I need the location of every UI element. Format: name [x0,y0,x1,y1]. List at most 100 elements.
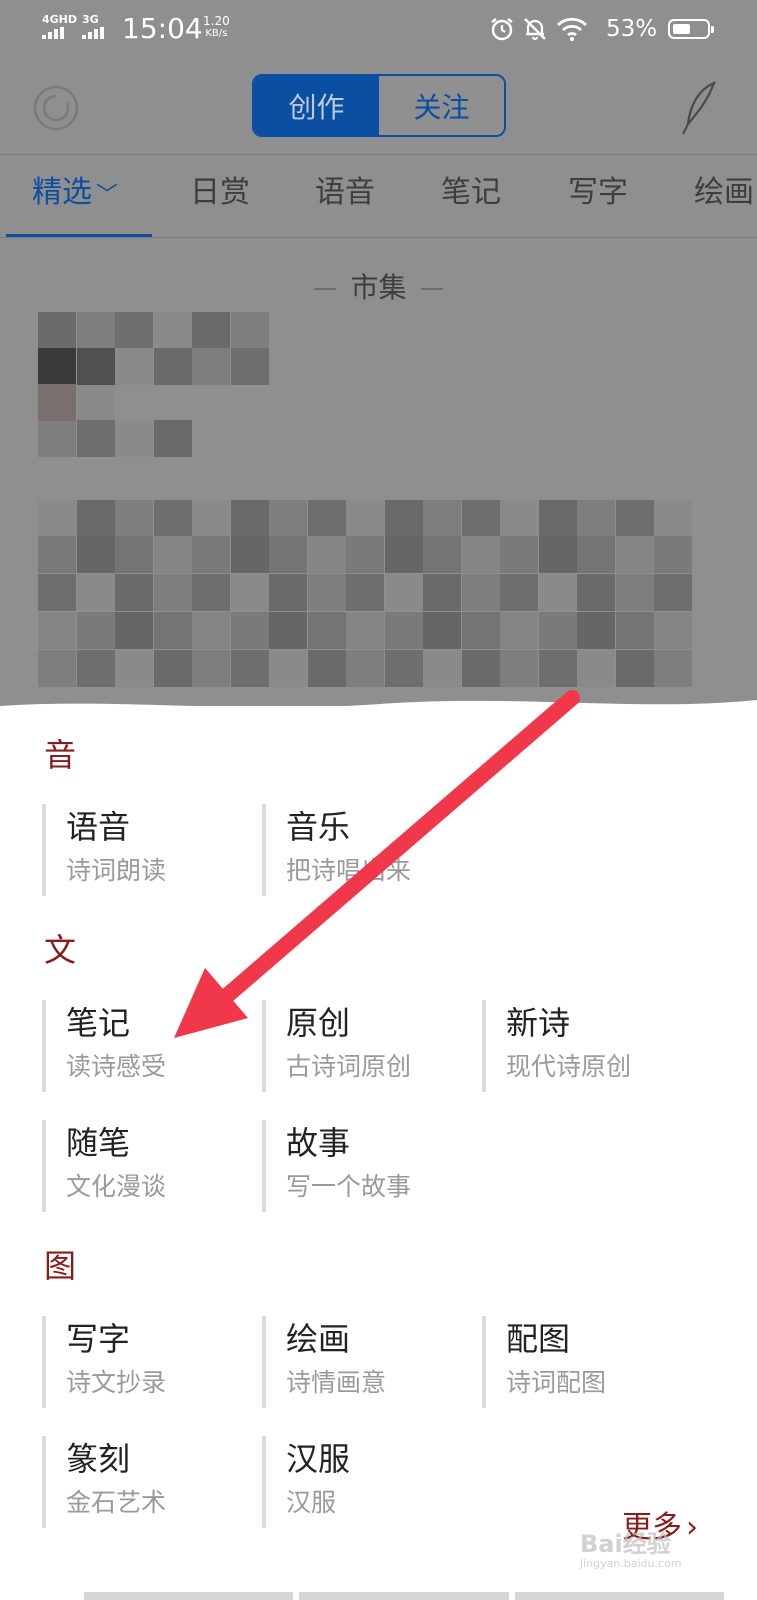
menu-item-notes[interactable]: 笔记 读诗感受 [42,1000,252,1092]
mosaic-block [38,384,76,421]
menu-item-painting[interactable]: 绘画 诗情画意 [262,1316,472,1408]
mosaic-block [153,500,192,537]
item-subtitle: 现代诗原创 [506,1052,632,1081]
item-title: 绘画 [286,1320,351,1358]
network-speed-value: 1.20 [203,14,230,28]
mosaic-block [538,612,577,649]
mosaic-block [115,348,153,385]
mosaic-block [577,650,615,687]
mosaic-block [115,536,153,573]
network-speed-unit: KB/s [205,28,228,39]
mosaic-block [76,384,115,421]
chevron-right-icon: › [686,1510,698,1545]
item-title: 配图 [506,1320,571,1358]
item-subtitle: 写一个故事 [286,1172,412,1201]
tab-painting[interactable]: 绘画 [694,173,754,213]
mosaic-block [38,650,76,687]
mosaic-block [230,612,269,649]
mosaic-block [269,574,307,611]
menu-item-illustration[interactable]: 配图 诗词配图 [482,1316,692,1408]
mosaic-block [461,500,500,537]
mosaic-block [115,420,153,457]
tab-featured-label: 精选 [32,175,92,210]
mosaic-block [461,536,500,573]
baidu-jingyan-watermark: Bai经验 jingyan.baidu.com [580,1530,682,1570]
mosaic-block [153,650,192,687]
mosaic-block [346,536,384,573]
alarm-icon [491,18,513,41]
refresh-icon[interactable] [33,85,79,131]
mosaic-block [230,536,269,573]
mosaic-block [307,574,346,611]
item-subtitle: 金石艺术 [66,1488,167,1517]
mosaic-block [115,500,153,537]
tab-notes[interactable]: 笔记 [441,173,501,213]
pixelated-content [0,312,757,732]
mosaic-block [192,612,230,649]
item-subtitle: 把诗唱出来 [286,856,412,885]
write-feather-icon[interactable] [680,80,720,136]
item-subtitle: 汉服 [286,1488,337,1517]
item-subtitle: 读诗感受 [66,1052,167,1081]
sheet-torn-edge [0,700,757,724]
create-follow-toggle: 创作 关注 [252,74,506,137]
mosaic-block [77,348,115,385]
mosaic-block [38,312,76,349]
active-tab-indicator [6,234,152,237]
tab-voice[interactable]: 语音 [315,173,375,213]
tab-featured[interactable]: 精选 ﹀ [32,173,118,216]
mosaic-block [384,574,423,611]
menu-item-story[interactable]: 故事 写一个故事 [262,1120,472,1212]
menu-item-essay[interactable]: 随笔 文化漫谈 [42,1120,252,1212]
battery-icon [668,19,714,39]
mosaic-block [38,612,76,649]
menu-item-seal-carving[interactable]: 篆刻 金石艺术 [42,1436,252,1528]
watermark-main: Bai经验 [580,1530,671,1558]
mosaic-block [230,650,269,687]
dimmed-background: 4GHD 3G 15:04 1.20 KB/s 53% 创作 关注 精选 ﹀ 日… [0,0,757,712]
signal-icon-2 [82,27,104,39]
chevron-down-icon: ﹀ [96,183,119,208]
network-3g-label: 3G [82,13,99,26]
mosaic-block [269,612,307,649]
item-subtitle: 诗词配图 [506,1368,607,1397]
item-title: 音乐 [286,808,351,846]
mosaic-block [538,536,577,573]
item-title: 篆刻 [66,1440,131,1478]
mosaic-block [307,536,346,573]
mosaic-block [423,612,461,649]
menu-item-calligraphy[interactable]: 写字 诗文抄录 [42,1316,252,1408]
menu-item-new-poem[interactable]: 新诗 现代诗原创 [482,1000,692,1092]
tab-calligraphy[interactable]: 写字 [568,173,628,213]
mosaic-block [269,536,307,573]
mosaic-block [192,574,230,611]
top-header: 创作 关注 [0,58,757,154]
mosaic-block [346,574,384,611]
item-subtitle: 诗词朗读 [66,856,167,885]
item-title: 故事 [286,1124,351,1162]
menu-item-original[interactable]: 原创 古诗词原创 [262,1000,472,1092]
mosaic-block [538,500,577,537]
bottom-edge-strips [84,1592,724,1600]
mosaic-block [538,650,577,687]
menu-item-music[interactable]: 音乐 把诗唱出来 [262,804,472,896]
mosaic-block [346,500,384,537]
menu-item-voice[interactable]: 语音 诗词朗读 [42,804,252,896]
tab-daily[interactable]: 日赏 [190,173,250,213]
mosaic-block [615,536,654,573]
menu-item-hanfu[interactable]: 汉服 汉服 [262,1436,472,1528]
mosaic-block [346,650,384,687]
mosaic-block [38,420,76,457]
item-title: 语音 [66,808,131,846]
mosaic-block [76,420,115,457]
tab-follow[interactable]: 关注 [379,76,504,135]
mosaic-block [384,612,423,649]
mosaic-block [615,574,654,611]
mute-bell-icon [524,18,546,40]
mosaic-block [577,574,615,611]
mosaic-block [384,650,423,687]
tab-create[interactable]: 创作 [254,76,379,135]
mosaic-block [192,348,230,385]
mosaic-block [230,312,269,349]
mosaic-block [538,574,577,611]
